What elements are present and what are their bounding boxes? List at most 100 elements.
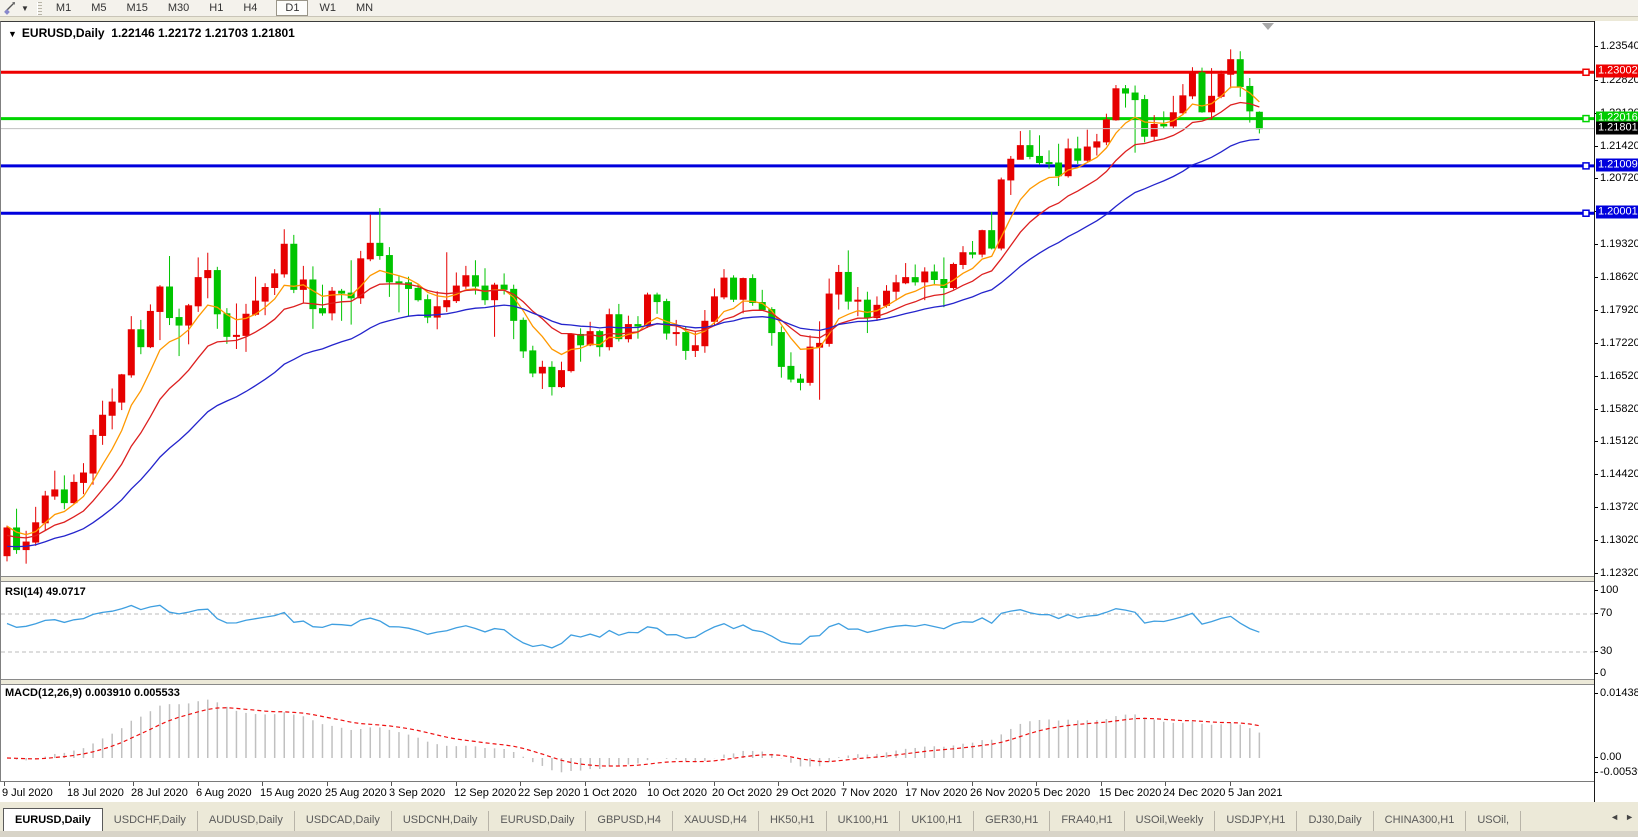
date-tick	[391, 782, 392, 786]
chart-window[interactable]	[0, 21, 1638, 802]
chart-tab-ger30-h1[interactable]: GER30,H1	[974, 811, 1050, 831]
timeframe-button-MN[interactable]: MN	[347, 0, 382, 16]
date-label: 6 Aug 2020	[196, 787, 252, 799]
timeframe-button-group: M1M5M15M30H1H4 D1W1MN	[46, 2, 383, 15]
axis-tick	[1595, 573, 1598, 574]
timeframe-button-H1[interactable]: H1	[200, 0, 232, 16]
chart-tab-usoil-weekly[interactable]: USOil,Weekly	[1125, 811, 1216, 831]
macd-indicator-pane[interactable]	[1, 685, 1595, 782]
chart-tab-xauusd-h4[interactable]: XAUUSD,H4	[673, 811, 759, 831]
toolbar-grip-handle[interactable]	[37, 2, 42, 15]
rsi-axis-label: 30	[1600, 645, 1612, 657]
axis-tick	[1595, 772, 1598, 773]
price-tick-label: 1.21420	[1600, 140, 1638, 152]
date-tick	[327, 782, 328, 786]
price-tick-label: 1.13720	[1600, 501, 1638, 513]
date-label: 25 Aug 2020	[325, 787, 387, 799]
chart-tab-usdcad-daily[interactable]: USDCAD,Daily	[295, 811, 392, 831]
price-tick-label: 1.12320	[1600, 567, 1638, 579]
date-label: 24 Dec 2020	[1163, 787, 1225, 799]
hline-price-label: 1.23002	[1596, 65, 1638, 78]
date-label: 15 Aug 2020	[260, 787, 322, 799]
timeframe-button-D1[interactable]: D1	[276, 0, 308, 16]
axis-tick	[1595, 757, 1598, 758]
chart-tab-eurusd-daily[interactable]: EURUSD,Daily	[3, 808, 103, 831]
chart-tab-uk100-h1[interactable]: UK100,H1	[827, 811, 901, 831]
price-tick-label: 1.16520	[1600, 370, 1638, 382]
pane-divider-main-rsi[interactable]	[1, 576, 1595, 582]
date-label: 18 Jul 2020	[67, 787, 124, 799]
price-tick-label: 1.18620	[1600, 271, 1638, 283]
axis-tick	[1595, 80, 1598, 81]
macd-label: MACD(12,26,9) 0.003910 0.005533	[5, 687, 180, 699]
date-label: 9 Jul 2020	[2, 787, 53, 799]
hline-price-label: 1.21801	[1596, 122, 1638, 135]
axis-tick	[1595, 376, 1598, 377]
axis-tick	[1595, 540, 1598, 541]
axis-tick	[1595, 277, 1598, 278]
chart-tab-audusd-daily[interactable]: AUDUSD,Daily	[198, 811, 295, 831]
axis-tick	[1595, 441, 1598, 442]
date-tick	[585, 782, 586, 786]
main-candlestick-pane[interactable]	[1, 22, 1595, 597]
rsi-axis-label: 0	[1600, 667, 1606, 679]
axis-tick	[1595, 178, 1598, 179]
price-tick-label: 1.20720	[1600, 172, 1638, 184]
chart-tab-dj30-daily[interactable]: DJ30,Daily	[1297, 811, 1373, 831]
date-label: 15 Dec 2020	[1099, 787, 1161, 799]
chart-tab-eurusd-daily[interactable]: EURUSD,Daily	[489, 811, 586, 831]
axis-tick	[1595, 310, 1598, 311]
crosshair-tool-icon[interactable]	[3, 1, 19, 15]
macd-axis-label: 0.00	[1600, 751, 1621, 763]
timeframe-button-M5[interactable]: M5	[82, 0, 115, 16]
chart-tab-bar: EURUSD,DailyUSDCHF,DailyAUDUSD,DailyUSDC…	[0, 802, 1638, 831]
timeframe-button-M15[interactable]: M15	[117, 0, 156, 16]
date-axis[interactable]: 9 Jul 202018 Jul 202028 Jul 20206 Aug 20…	[0, 781, 1594, 802]
chevron-down-icon[interactable]: ▼	[21, 4, 29, 13]
date-label: 5 Jan 2021	[1228, 787, 1282, 799]
date-tick	[649, 782, 650, 786]
date-tick	[262, 782, 263, 786]
chart-tab-hk50-h1[interactable]: HK50,H1	[759, 811, 827, 831]
tabs-scroll-left-icon[interactable]: ◄	[1610, 812, 1619, 822]
axis-tick	[1595, 651, 1598, 652]
ohlc-values: 1.22146 1.22172 1.21703 1.21801	[111, 26, 295, 40]
timeframe-button-H4[interactable]: H4	[234, 0, 266, 16]
chart-shift-marker-icon[interactable]	[1262, 23, 1274, 30]
rsi-axis-label: 70	[1600, 607, 1612, 619]
axis-tick	[1595, 507, 1598, 508]
chart-tab-gbpusd-h4[interactable]: GBPUSD,H4	[586, 811, 673, 831]
timeframe-button-M30[interactable]: M30	[159, 0, 198, 16]
timeframe-button-M1[interactable]: M1	[47, 0, 80, 16]
price-tick-label: 1.15820	[1600, 403, 1638, 415]
date-tick	[714, 782, 715, 786]
line-drag-handle[interactable]	[1583, 69, 1589, 75]
tabs-scroll-right-icon[interactable]: ►	[1625, 812, 1634, 822]
timeframe-button-W1[interactable]: W1	[310, 0, 345, 16]
date-tick	[133, 782, 134, 786]
chart-tab-usdcnh-daily[interactable]: USDCNH,Daily	[392, 811, 490, 831]
date-label: 20 Oct 2020	[712, 787, 772, 799]
chart-tab-usoil[interactable]: USOil,	[1466, 811, 1521, 831]
chart-tab-china300-h1[interactable]: CHINA300,H1	[1374, 811, 1467, 831]
date-tick	[1036, 782, 1037, 786]
rsi-axis-label: 100	[1600, 584, 1618, 596]
line-drag-handle[interactable]	[1583, 116, 1589, 122]
axis-tick	[1595, 343, 1598, 344]
axis-tick	[1595, 693, 1598, 694]
date-tick	[907, 782, 908, 786]
axis-tick	[1595, 474, 1598, 475]
chart-tab-usdchf-daily[interactable]: USDCHF,Daily	[103, 811, 198, 831]
line-drag-handle[interactable]	[1583, 163, 1589, 169]
timeframe-toolbar: ▼ M1M5M15M30H1H4 D1W1MN	[0, 0, 1638, 17]
chart-tab-fra40-h1[interactable]: FRA40,H1	[1050, 811, 1124, 831]
chart-tab-usdjpy-h1[interactable]: USDJPY,H1	[1215, 811, 1297, 831]
date-label: 10 Oct 2020	[647, 787, 707, 799]
date-label: 1 Oct 2020	[583, 787, 637, 799]
line-drag-handle[interactable]	[1583, 210, 1589, 216]
date-tick	[1165, 782, 1166, 786]
chart-tab-uk100-h1[interactable]: UK100,H1	[900, 811, 974, 831]
price-axis[interactable]: 1.235401.228201.221201.214201.207201.200…	[1595, 21, 1638, 802]
rsi-indicator-pane[interactable]	[1, 583, 1595, 680]
collapse-chart-icon[interactable]: ▼	[8, 29, 17, 39]
